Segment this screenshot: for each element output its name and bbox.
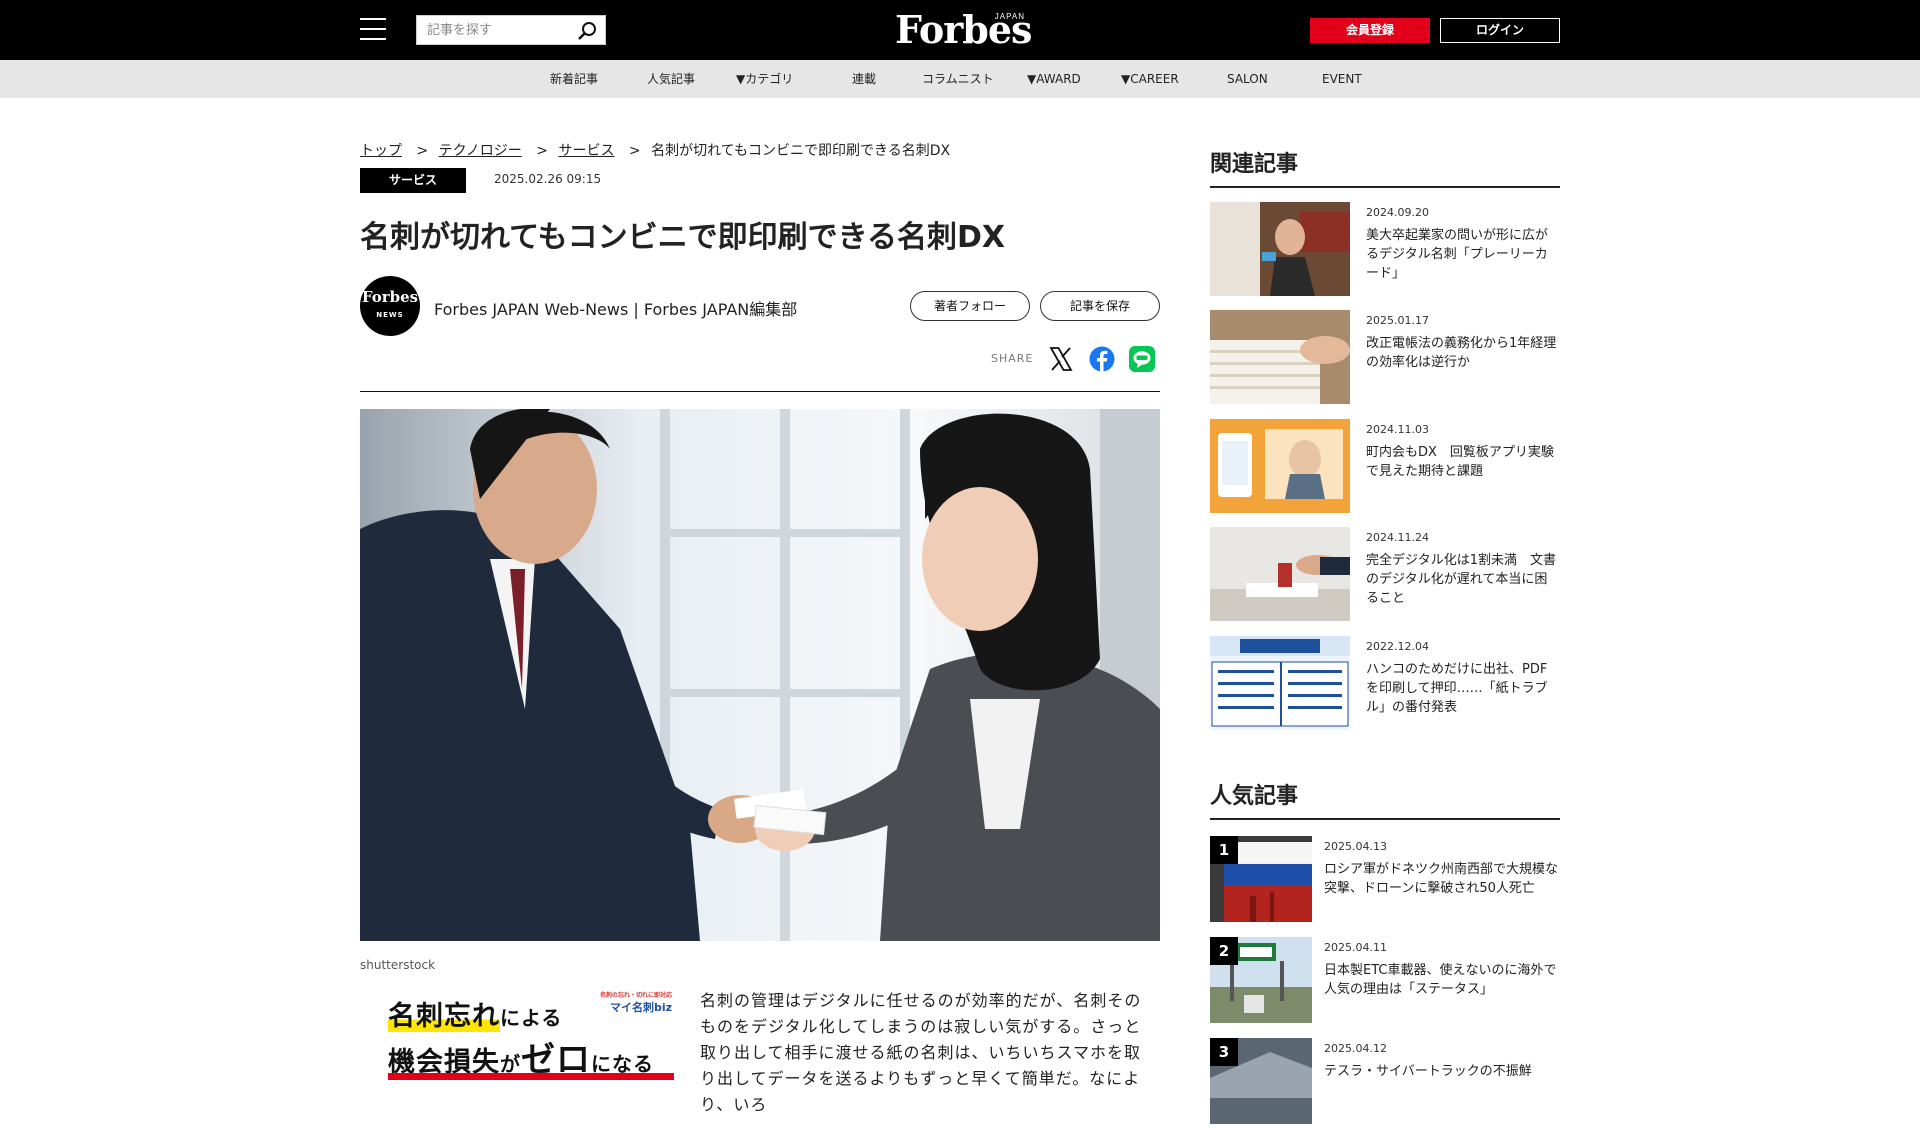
related-title: 町内会もDX 回覧板アプリ実験で見えた期待と課題: [1366, 445, 1554, 479]
popular-date: 2025.04.13: [1324, 840, 1387, 853]
author-avatar[interactable]: Forbes NEWS: [360, 276, 420, 336]
popular-rank: 1: [1210, 836, 1238, 864]
save-article-button[interactable]: 記事を保存: [1040, 291, 1160, 321]
breadcrumb-service[interactable]: サービス: [558, 143, 614, 159]
article-title: 名刺が切れてもコンビニで即印刷できる名刺DX: [360, 220, 1006, 255]
main-nav: 新着記事 人気記事 ▼カテゴリ 連載 コラムニスト ▼AWARD ▼CAREER…: [0, 60, 1920, 98]
breadcrumb-technology[interactable]: テクノロジー: [439, 143, 522, 159]
popular-date: 2025.04.12: [1324, 1042, 1387, 1055]
related-article[interactable]: 2024.11.24 完全デジタル化は1割未満 文書のデジタル化が遅れて本当に困…: [1210, 527, 1560, 623]
popular-title: 日本製ETC車載器、使えないのに海外で人気の理由は「ステータス」: [1324, 963, 1557, 997]
top-header: Forbes JAPAN 会員登録 ログイン: [0, 0, 1920, 60]
nav-item-popular[interactable]: 人気記事: [647, 60, 695, 98]
related-thumbnail: [1210, 527, 1350, 621]
menu-icon[interactable]: [360, 18, 386, 40]
related-thumbnail: [1210, 202, 1350, 296]
breadcrumb-separator: >: [628, 143, 641, 159]
popular-thumbnail: 3: [1210, 1038, 1312, 1124]
ad-banner[interactable]: 名刺忘れによる 機会損失がゼロになる 名刺の忘れ・切れに即対応 マイ名刺biz: [386, 986, 676, 1080]
ad-text: による: [500, 1006, 563, 1030]
breadcrumb: トップ > テクノロジー > サービス > 名刺が切れてもコンビニで即印刷できる…: [360, 140, 950, 160]
popular-rank: 3: [1210, 1038, 1238, 1066]
related-date: 2024.11.03: [1366, 423, 1429, 436]
nav-item-event[interactable]: EVENT: [1322, 60, 1362, 98]
related-heading: 関連記事: [1210, 146, 1560, 188]
facebook-icon[interactable]: [1089, 346, 1115, 372]
related-date: 2025.01.17: [1366, 314, 1429, 327]
related-thumbnail: [1210, 310, 1350, 404]
popular-article[interactable]: 2 2025.04.11 日本製ETC車載器、使えないのに海外で人気の理由は「ス…: [1210, 937, 1560, 1027]
ad-bottom-strip: [388, 1073, 674, 1080]
nav-item-columnist[interactable]: コラムニスト: [922, 60, 994, 98]
x-icon[interactable]: [1048, 346, 1074, 372]
login-button[interactable]: ログイン: [1440, 18, 1560, 43]
nav-item-category[interactable]: ▼カテゴリ: [736, 60, 793, 98]
related-title: ハンコのためだけに出社、PDFを印刷して押印……「紙トラブル」の番付発表: [1366, 662, 1548, 715]
ad-brand: 名刺の忘れ・切れに即対応 マイ名刺biz: [600, 990, 672, 1014]
ad-headline-1: 名刺忘れによる: [388, 994, 562, 1033]
popular-article[interactable]: 3 2025.04.12 テスラ・サイバートラックの不振鮮: [1210, 1038, 1560, 1128]
related-title: 美大卒起業家の問いが形に広がるデジタル名刺「プレーリーカード」: [1366, 228, 1549, 281]
related-title: 完全デジタル化は1割未満 文書のデジタル化が遅れて本当に困ること: [1366, 553, 1557, 606]
article-hero-image: [360, 409, 1160, 941]
related-date: 2024.09.20: [1366, 206, 1429, 219]
search-input[interactable]: [417, 16, 567, 44]
related-article[interactable]: 2024.09.20 美大卒起業家の問いが形に広がるデジタル名刺「プレーリーカー…: [1210, 202, 1560, 298]
line-icon[interactable]: [1129, 346, 1155, 372]
article-body: 名刺の管理はデジタルに任せるのが効率的だが、名刺そのものをデジタル化してしまうの…: [700, 991, 1142, 1114]
share-label: SHARE: [991, 352, 1034, 365]
popular-heading: 人気記事: [1210, 778, 1560, 820]
popular-thumbnail: 1: [1210, 836, 1312, 922]
header-divider: [360, 391, 1160, 392]
nav-item-salon[interactable]: SALON: [1227, 60, 1268, 98]
category-badge[interactable]: サービス: [360, 168, 466, 193]
register-button[interactable]: 会員登録: [1310, 18, 1430, 43]
search-box: [416, 15, 606, 45]
related-date: 2024.11.24: [1366, 531, 1429, 544]
related-article[interactable]: 2022.12.04 ハンコのためだけに出社、PDFを印刷して押印……「紙トラブ…: [1210, 636, 1560, 732]
related-article[interactable]: 2025.01.17 改正電帳法の義務化から1年経理の効率化は逆行か: [1210, 310, 1560, 406]
search-icon[interactable]: [577, 21, 597, 41]
popular-date: 2025.04.11: [1324, 941, 1387, 954]
popular-title: ロシア軍がドネツク州南西部で大規模な突撃、ドローンに撃破され50人死亡: [1324, 862, 1559, 896]
popular-article[interactable]: 1 2025.04.13 ロシア軍がドネツク州南西部で大規模な突撃、ドローンに撃…: [1210, 836, 1560, 926]
ad-text: 名刺忘れ: [388, 1001, 500, 1032]
related-title: 改正電帳法の義務化から1年経理の効率化は逆行か: [1366, 336, 1557, 370]
popular-title: テスラ・サイバートラックの不振鮮: [1324, 1064, 1532, 1079]
related-thumbnail: [1210, 419, 1350, 513]
ad-brand-name: マイ名刺biz: [609, 1001, 672, 1014]
logo-sub-text: JAPAN: [994, 12, 1025, 21]
breadcrumb-current: 名刺が切れてもコンビニで即印刷できる名刺DX: [651, 143, 951, 159]
nav-item-career[interactable]: ▼CAREER: [1121, 60, 1179, 98]
nav-item-award[interactable]: ▼AWARD: [1027, 60, 1081, 98]
forbes-logo[interactable]: Forbes JAPAN: [895, 6, 1032, 56]
related-article[interactable]: 2024.11.03 町内会もDX 回覧板アプリ実験で見えた期待と課題: [1210, 419, 1560, 515]
follow-author-button[interactable]: 著者フォロー: [910, 291, 1030, 321]
popular-thumbnail: 2: [1210, 937, 1312, 1023]
breadcrumb-separator: >: [536, 143, 548, 159]
author-avatar-logo: Forbes: [361, 288, 419, 306]
breadcrumb-separator: >: [416, 143, 429, 159]
nav-item-new[interactable]: 新着記事: [550, 60, 598, 98]
author-avatar-sub: NEWS: [376, 311, 404, 319]
author-name[interactable]: Forbes JAPAN Web-News | Forbes JAPAN編集部: [434, 296, 797, 320]
breadcrumb-top[interactable]: トップ: [360, 143, 402, 159]
image-caption: shutterstock: [360, 958, 436, 972]
popular-rank: 2: [1210, 937, 1238, 965]
nav-item-series[interactable]: 連載: [852, 60, 876, 98]
related-date: 2022.12.04: [1366, 640, 1429, 653]
publish-date: 2025.02.26 09:15: [494, 172, 602, 186]
related-thumbnail: [1210, 636, 1350, 730]
